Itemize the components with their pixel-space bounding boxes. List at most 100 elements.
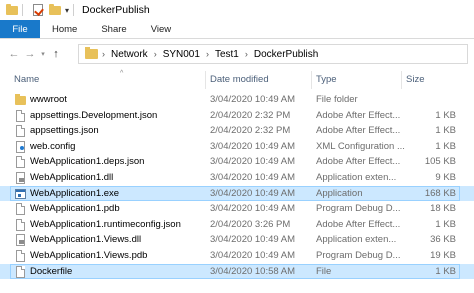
exe-file-icon <box>15 188 26 199</box>
file-size: 1 KB <box>435 140 456 152</box>
properties-icon[interactable] <box>33 4 43 16</box>
file-name: WebApplication1.exe <box>30 187 120 199</box>
breadcrumb-dockerpublish[interactable]: DockerPublish <box>254 49 318 60</box>
file-date: 3/04/2020 10:49 AM <box>210 187 296 199</box>
file-size: 105 KB <box>424 156 456 168</box>
back-arrow-icon[interactable]: ← <box>6 44 22 64</box>
file-name: appsettings.Development.json <box>30 109 158 121</box>
file-date: 3/04/2020 10:49 AM <box>210 249 296 261</box>
json-file-icon <box>16 109 25 122</box>
tab-file[interactable]: File <box>0 20 40 38</box>
file-type: File <box>316 265 332 277</box>
file-type: Application <box>316 187 363 199</box>
file-name: WebApplication1.Views.pdb <box>30 249 148 261</box>
dll-file-icon <box>16 234 25 247</box>
file-type: Program Debug D... <box>316 249 401 261</box>
file-row[interactable]: WebApplication1.pdb 3/04/2020 10:49 AM P… <box>0 201 474 217</box>
file-row[interactable]: WebApplication1.deps.json 3/04/2020 10:4… <box>0 154 474 170</box>
title-bar: ▾ DockerPublish <box>0 0 474 20</box>
breadcrumb-test1[interactable]: Test1 <box>215 49 239 60</box>
forward-arrow-icon[interactable]: → <box>22 44 38 64</box>
file-size: 1 KB <box>435 125 456 137</box>
file-size: 1 KB <box>435 265 456 277</box>
file-size: 18 KB <box>430 203 456 215</box>
file-icon <box>16 265 25 278</box>
file-size: 19 KB <box>430 249 456 261</box>
column-header-size[interactable]: Size <box>406 74 424 85</box>
file-row-selected[interactable]: Dockerfile 3/04/2020 10:58 AM File 1 KB <box>0 263 474 280</box>
config-file-icon <box>16 140 25 153</box>
dll-file-icon <box>16 171 25 184</box>
breadcrumb-network[interactable]: Network <box>111 49 148 60</box>
json-file-icon <box>16 125 25 138</box>
json-file-icon <box>16 156 25 169</box>
breadcrumb-syn001[interactable]: SYN001 <box>163 49 200 60</box>
file-name: appsettings.json <box>30 125 99 137</box>
pdb-file-icon <box>16 249 25 262</box>
file-row[interactable]: wwwroot 3/04/2020 10:49 AM File folder <box>0 92 474 108</box>
file-type: Application exten... <box>316 171 397 183</box>
column-divider[interactable] <box>401 71 402 89</box>
chevron-right-icon[interactable]: › <box>206 49 209 59</box>
toolbar-divider <box>22 4 23 16</box>
file-row[interactable]: web.config 3/04/2020 10:49 AM XML Config… <box>0 139 474 155</box>
tab-view[interactable]: View <box>139 20 183 38</box>
folder-icon <box>85 47 98 59</box>
file-date: 2/04/2020 2:32 PM <box>210 109 291 121</box>
folder-icon <box>15 94 26 105</box>
column-header-type[interactable]: Type <box>316 74 337 85</box>
ribbon-tabs: File Home Share View <box>0 20 474 39</box>
up-arrow-icon[interactable]: ↑ <box>48 44 64 64</box>
file-name: WebApplication1.runtimeconfig.json <box>30 218 181 230</box>
file-list: wwwroot 3/04/2020 10:49 AM File folder a… <box>0 92 474 280</box>
column-header-name[interactable]: Name <box>14 74 39 85</box>
window-title: DockerPublish <box>82 4 150 16</box>
column-headers: ^ Name Date modified Type Size <box>0 70 474 89</box>
file-type: Adobe After Effect... <box>316 156 401 168</box>
file-name: WebApplication1.Views.dll <box>30 234 142 246</box>
column-header-date[interactable]: Date modified <box>210 74 269 85</box>
file-date: 3/04/2020 10:49 AM <box>210 140 296 152</box>
file-row[interactable]: WebApplication1.runtimeconfig.json 2/04/… <box>0 217 474 233</box>
file-row[interactable]: appsettings.Development.json 2/04/2020 2… <box>0 108 474 124</box>
new-folder-icon[interactable] <box>49 3 61 15</box>
file-row[interactable]: appsettings.json 2/04/2020 2:32 PM Adobe… <box>0 123 474 139</box>
chevron-right-icon[interactable]: › <box>102 49 105 59</box>
file-name: web.config <box>30 140 76 152</box>
file-name: WebApplication1.pdb <box>30 203 120 215</box>
file-type: Program Debug D... <box>316 203 401 215</box>
folder-icon <box>6 3 18 15</box>
file-date: 3/04/2020 10:58 AM <box>210 265 296 277</box>
file-row[interactable]: WebApplication1.dll 3/04/2020 10:49 AM A… <box>0 170 474 186</box>
chevron-right-icon[interactable]: › <box>245 49 248 59</box>
file-type: Adobe After Effect... <box>316 218 401 230</box>
file-size: 1 KB <box>435 218 456 230</box>
navigation-bar: ← → ▾ ↑ › Network › SYN001 › Test1 › Doc… <box>0 39 474 69</box>
file-type: Application exten... <box>316 234 397 246</box>
file-type: XML Configuration ... <box>316 140 405 152</box>
column-divider[interactable] <box>311 71 312 89</box>
tab-share[interactable]: Share <box>89 20 138 38</box>
file-size: 168 KB <box>424 187 456 199</box>
file-date: 3/04/2020 10:49 AM <box>210 94 296 105</box>
file-size: 36 KB <box>430 234 456 246</box>
chevron-right-icon[interactable]: › <box>154 49 157 59</box>
file-row-selected[interactable]: WebApplication1.exe 3/04/2020 10:49 AM A… <box>0 185 474 202</box>
recent-locations-icon[interactable]: ▾ <box>38 44 48 64</box>
file-date: 3/04/2020 10:49 AM <box>210 156 296 168</box>
file-row[interactable]: WebApplication1.Views.dll 3/04/2020 10:4… <box>0 232 474 248</box>
file-name: wwwroot <box>30 94 67 105</box>
column-divider[interactable] <box>205 71 206 89</box>
file-row[interactable]: WebApplication1.Views.pdb 3/04/2020 10:4… <box>0 248 474 264</box>
tab-home[interactable]: Home <box>40 20 89 38</box>
file-name: WebApplication1.dll <box>30 171 114 183</box>
address-bar[interactable]: › Network › SYN001 › Test1 › DockerPubli… <box>78 44 468 64</box>
quick-access-toolbar: ▾ <box>6 3 78 16</box>
file-date: 2/04/2020 3:26 PM <box>210 218 291 230</box>
customize-toolbar-icon[interactable]: ▾ <box>65 6 69 15</box>
toolbar-divider <box>73 4 75 16</box>
file-size: 9 KB <box>435 171 456 183</box>
file-date: 2/04/2020 2:32 PM <box>210 125 291 137</box>
json-file-icon <box>16 218 25 231</box>
file-name: WebApplication1.deps.json <box>30 156 145 168</box>
